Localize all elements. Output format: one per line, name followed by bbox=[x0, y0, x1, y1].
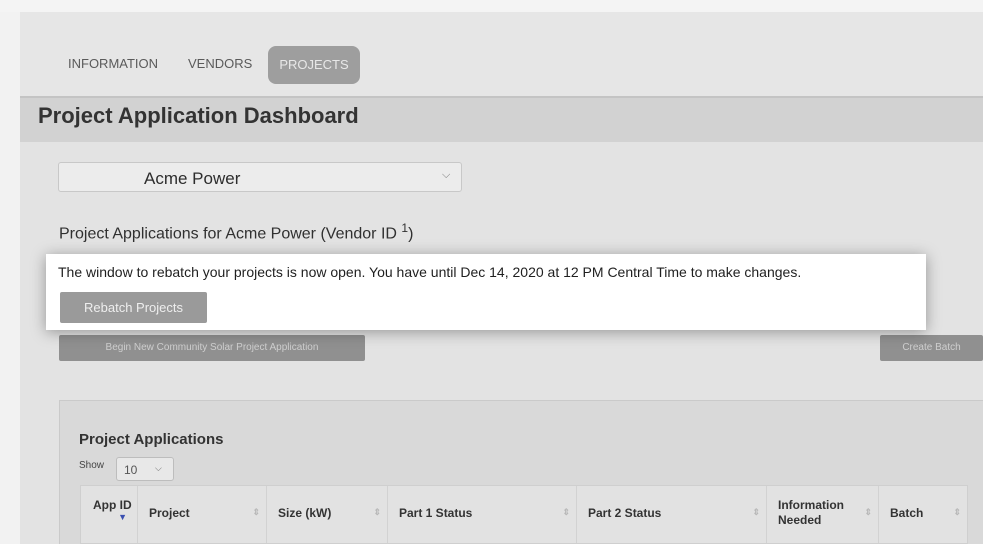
title-bar: Project Application Dashboard bbox=[20, 96, 983, 142]
column-label: Information Needed bbox=[778, 498, 858, 528]
applications-panel: Project Applications Show 10 ⌵ App ID ▼ … bbox=[59, 400, 983, 544]
rebatch-notice-text: The window to rebatch your projects is n… bbox=[58, 264, 802, 280]
create-batch-button[interactable]: Create Batch bbox=[880, 335, 983, 361]
chevron-down-icon: ⌵ bbox=[442, 169, 451, 181]
sort-icon: ⇕ bbox=[752, 507, 760, 517]
sort-icon: ⇕ bbox=[252, 507, 260, 517]
sort-icon: ⇕ bbox=[562, 507, 570, 517]
begin-new-application-button[interactable]: Begin New Community Solar Project Applic… bbox=[59, 335, 365, 361]
section-heading-close: ) bbox=[408, 225, 414, 243]
chevron-down-icon: ⌵ bbox=[155, 463, 162, 473]
app-screen: INFORMATION VENDORS PROJECTS Project App… bbox=[0, 0, 983, 544]
column-label: Project bbox=[149, 506, 190, 520]
column-batch[interactable]: Batch ⇕ bbox=[878, 486, 967, 543]
top-nav: INFORMATION VENDORS PROJECTS bbox=[20, 12, 983, 96]
sort-icon: ⇕ bbox=[953, 507, 961, 517]
applications-table-header: App ID ▼ Project ⇕ Size (kW) ⇕ Part 1 St… bbox=[80, 485, 968, 544]
column-size[interactable]: Size (kW) ⇕ bbox=[266, 486, 388, 543]
rebatch-projects-button[interactable]: Rebatch Projects bbox=[60, 292, 207, 323]
column-app-id[interactable]: App ID ▼ bbox=[81, 486, 138, 543]
rebatch-notice: The window to rebatch your projects is n… bbox=[46, 254, 926, 330]
column-label-text: App ID bbox=[93, 498, 132, 512]
column-label: Size (kW) bbox=[278, 506, 332, 520]
left-edge bbox=[0, 12, 20, 544]
nav-projects-active[interactable]: PROJECTS bbox=[268, 46, 360, 84]
sort-icon: ⇕ bbox=[373, 507, 381, 517]
column-label: Part 1 Status bbox=[399, 506, 473, 520]
column-part1-status[interactable]: Part 1 Status ⇕ bbox=[387, 486, 577, 543]
sort-icon: ⇕ bbox=[864, 507, 872, 517]
section-heading-text: Project Applications for Acme Power (Ven… bbox=[59, 225, 397, 243]
column-part2-status[interactable]: Part 2 Status ⇕ bbox=[576, 486, 767, 543]
column-label: Batch bbox=[890, 506, 924, 520]
nav-vendors[interactable]: VENDORS bbox=[188, 56, 252, 71]
show-label: Show bbox=[79, 460, 105, 471]
vendor-select[interactable]: Acme Power ⌵ bbox=[58, 162, 462, 192]
nav-information[interactable]: INFORMATION bbox=[68, 56, 158, 71]
section-heading: Project Applications for Acme Power (Ven… bbox=[59, 221, 413, 243]
top-strip bbox=[0, 0, 983, 12]
column-label: Part 2 Status bbox=[588, 506, 662, 520]
column-label: App ID bbox=[93, 498, 132, 513]
sort-desc-icon: ▼ bbox=[118, 512, 127, 522]
column-project[interactable]: Project ⇕ bbox=[137, 486, 267, 543]
column-information-needed[interactable]: Information Needed ⇕ bbox=[766, 486, 879, 543]
show-entries-select[interactable]: 10 ⌵ bbox=[116, 457, 174, 481]
vendor-select-value: Acme Power bbox=[144, 169, 241, 188]
show-entries-value: 10 bbox=[124, 463, 138, 477]
column-label-text: Information Needed bbox=[778, 498, 844, 527]
page-title: Project Application Dashboard bbox=[38, 103, 359, 128]
applications-title: Project Applications bbox=[79, 431, 224, 448]
